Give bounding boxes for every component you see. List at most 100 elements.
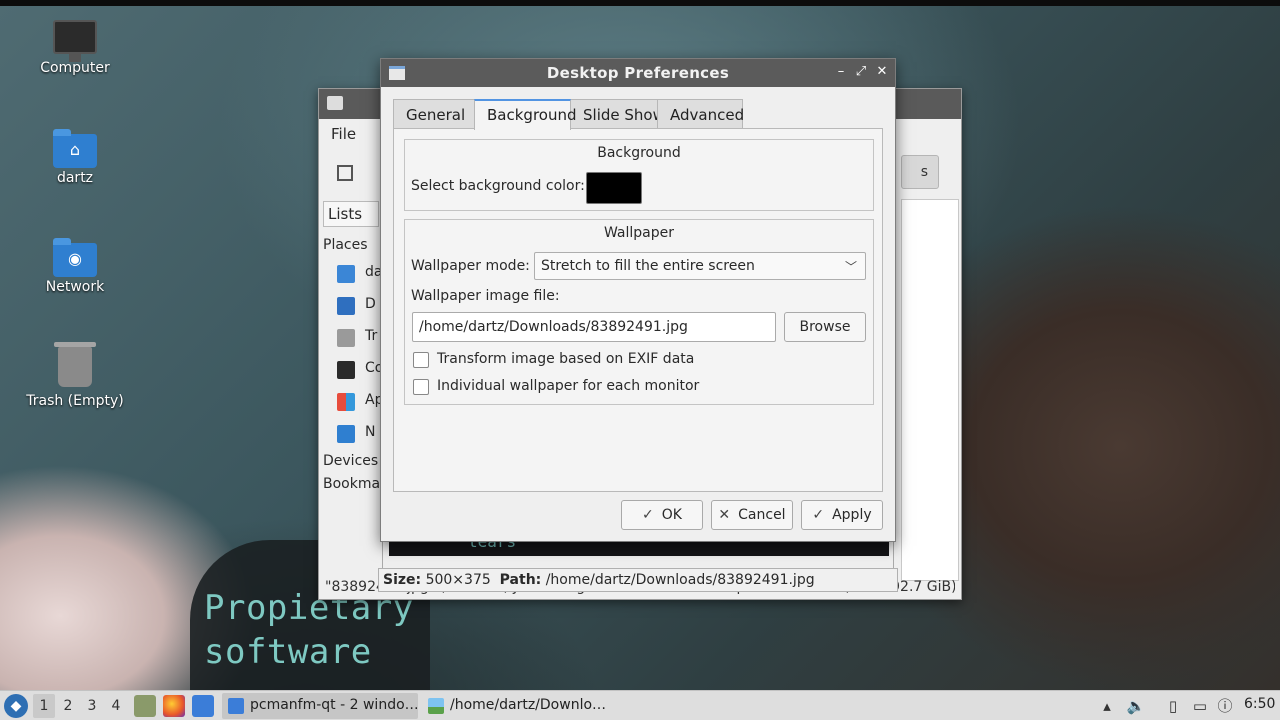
clipboard-icon[interactable]: ▯	[1163, 696, 1183, 716]
per-monitor-wallpaper-checkbox[interactable]: Individual wallpaper for each monitor	[413, 378, 713, 396]
task-pcmanfm[interactable]: pcmanfm-qt - 2 windo…	[222, 693, 418, 719]
apply-button[interactable]: ✓ Apply	[801, 500, 883, 530]
trash-icon	[54, 342, 96, 387]
taskbar: ◆ 1 2 3 4 pcmanfm-qt - 2 windo… /home/da…	[0, 690, 1280, 720]
minimize-icon[interactable]: –	[833, 64, 849, 80]
close-icon: ✕	[718, 507, 731, 523]
tab-general[interactable]: General	[393, 99, 475, 129]
ok-label: OK	[661, 507, 682, 523]
file-view[interactable]	[901, 199, 959, 581]
place-applications[interactable]: Ap	[337, 391, 383, 413]
clock[interactable]: 6:50	[1244, 696, 1275, 712]
firefox-icon[interactable]	[163, 695, 185, 717]
tray-expand-icon[interactable]: ▴	[1097, 696, 1117, 716]
size-value: 500×375	[425, 572, 491, 588]
menu-file[interactable]: File	[331, 125, 356, 143]
path-value: /home/dartz/Downloads/83892491.jpg	[545, 572, 815, 588]
wallpaper-group: Wallpaper Wallpaper mode: Stretch to fil…	[404, 219, 874, 405]
path-label: Path:	[499, 572, 542, 588]
image-viewer-statusbar: Size: 500×375 Path: /home/dartz/Download…	[378, 568, 898, 592]
applications-icon	[337, 393, 355, 411]
places-header: Places	[323, 237, 368, 253]
desktop-icon-computer[interactable]: Computer	[15, 20, 135, 76]
tab-advanced[interactable]: Advanced	[657, 99, 744, 129]
checkbox-box[interactable]	[413, 352, 429, 368]
desktop-icon-home[interactable]: ⌂ dartz	[15, 129, 135, 186]
side-pane-mode-selector[interactable]: Lists	[323, 201, 379, 227]
workspace-3[interactable]: 3	[81, 694, 103, 718]
desktop-icon-network[interactable]: ◉ Network	[15, 238, 135, 295]
background-color-button[interactable]	[586, 172, 642, 204]
bookmarks-header: Bookma	[323, 476, 381, 492]
file-manager-launcher-icon[interactable]	[134, 695, 156, 717]
start-menu-icon[interactable]: ◆	[4, 694, 28, 718]
desktop-preferences-dialog: Desktop Preferences – ⤢ ✕ General Backgr…	[380, 58, 896, 542]
desktop-icon-label: Computer	[40, 60, 110, 76]
image-viewer-icon	[428, 698, 444, 714]
volume-icon[interactable]: 🔈	[1126, 696, 1146, 716]
place-network[interactable]: N	[337, 423, 377, 445]
update-notifier-icon[interactable]: ⓘ	[1215, 696, 1235, 716]
desktop-icon-label: Trash (Empty)	[26, 393, 124, 409]
place-label: N	[365, 424, 376, 440]
desktop-icon-label: dartz	[56, 170, 94, 186]
place-trash[interactable]: Tr	[337, 327, 377, 349]
network-tray-icon[interactable]: ▭	[1190, 696, 1210, 716]
trash-icon	[337, 329, 355, 347]
network-icon	[337, 425, 355, 443]
network-icon: ◉	[53, 238, 97, 277]
task-image-viewer[interactable]: /home/dartz/Downlo…	[422, 693, 618, 719]
folder-icon	[228, 698, 244, 714]
place-label: Tr	[365, 328, 378, 344]
wallpaper-mode-label: Wallpaper mode:	[411, 258, 530, 274]
chevron-down-icon: ﹀	[844, 260, 857, 274]
show-desktop-icon[interactable]	[192, 695, 214, 717]
place-desktop[interactable]: D	[337, 295, 377, 317]
toolbar-button-partial[interactable]: s	[901, 155, 939, 189]
wallpaper-group-title: Wallpaper	[603, 225, 675, 241]
workspace-1[interactable]: 1	[33, 694, 55, 718]
desktop-icon-trash[interactable]: Trash (Empty)	[15, 342, 135, 409]
wallpaper-mode-value: Stretch to fill the entire screen	[541, 258, 755, 274]
wallpaper-mode-select[interactable]: Stretch to fill the entire screen ﹀	[534, 252, 866, 280]
wallpaper-file-label: Wallpaper image file:	[411, 288, 560, 304]
wallpaper-caption-line-2: software	[204, 632, 372, 672]
maximize-icon[interactable]: ⤢	[853, 64, 869, 80]
new-tab-icon[interactable]	[337, 165, 353, 181]
per-monitor-wallpaper-label: Individual wallpaper for each monitor	[437, 378, 700, 394]
workspace-4[interactable]: 4	[105, 694, 127, 718]
background-group: Background Select background color:	[404, 139, 874, 211]
tab-slide-show[interactable]: Slide Show	[570, 99, 665, 129]
close-icon[interactable]: ✕	[874, 64, 890, 80]
task-label: pcmanfm-qt - 2 windo…	[250, 697, 418, 713]
browse-button[interactable]: Browse	[784, 312, 866, 342]
wallpaper-file-input[interactable]: /home/dartz/Downloads/83892491.jpg	[412, 312, 776, 342]
checkbox-box[interactable]	[413, 379, 429, 395]
place-label: D	[365, 296, 376, 312]
apply-label: Apply	[832, 507, 872, 523]
place-computer[interactable]: Co	[337, 359, 383, 381]
devices-header: Devices	[323, 453, 379, 469]
background-tab-panel: Background Select background color: Wall…	[393, 128, 883, 492]
ok-button[interactable]: ✓ OK	[621, 500, 703, 530]
computer-icon	[337, 361, 355, 379]
home-folder-icon: ⌂	[53, 129, 97, 168]
cancel-button[interactable]: ✕ Cancel	[711, 500, 793, 530]
folder-icon	[327, 96, 343, 110]
image-viewer-window	[382, 540, 894, 570]
workspace-2[interactable]: 2	[57, 694, 79, 718]
check-icon: ✓	[642, 507, 654, 523]
dialog-title: Desktop Preferences	[546, 64, 730, 82]
image-preview	[389, 540, 889, 556]
desktop-icon	[337, 297, 355, 315]
cancel-label: Cancel	[738, 507, 786, 523]
home-folder-icon	[337, 265, 355, 283]
desktop-icon-label: Network	[45, 279, 105, 295]
background-color-label: Select background color:	[411, 178, 585, 194]
exif-transform-checkbox[interactable]: Transform image based on EXIF data	[413, 351, 713, 369]
tab-background[interactable]: Background	[474, 99, 577, 130]
size-label: Size:	[383, 572, 422, 588]
dialog-titlebar[interactable]: Desktop Preferences – ⤢ ✕	[381, 59, 895, 87]
background-group-title: Background	[597, 145, 681, 161]
place-home[interactable]: da	[337, 263, 382, 285]
